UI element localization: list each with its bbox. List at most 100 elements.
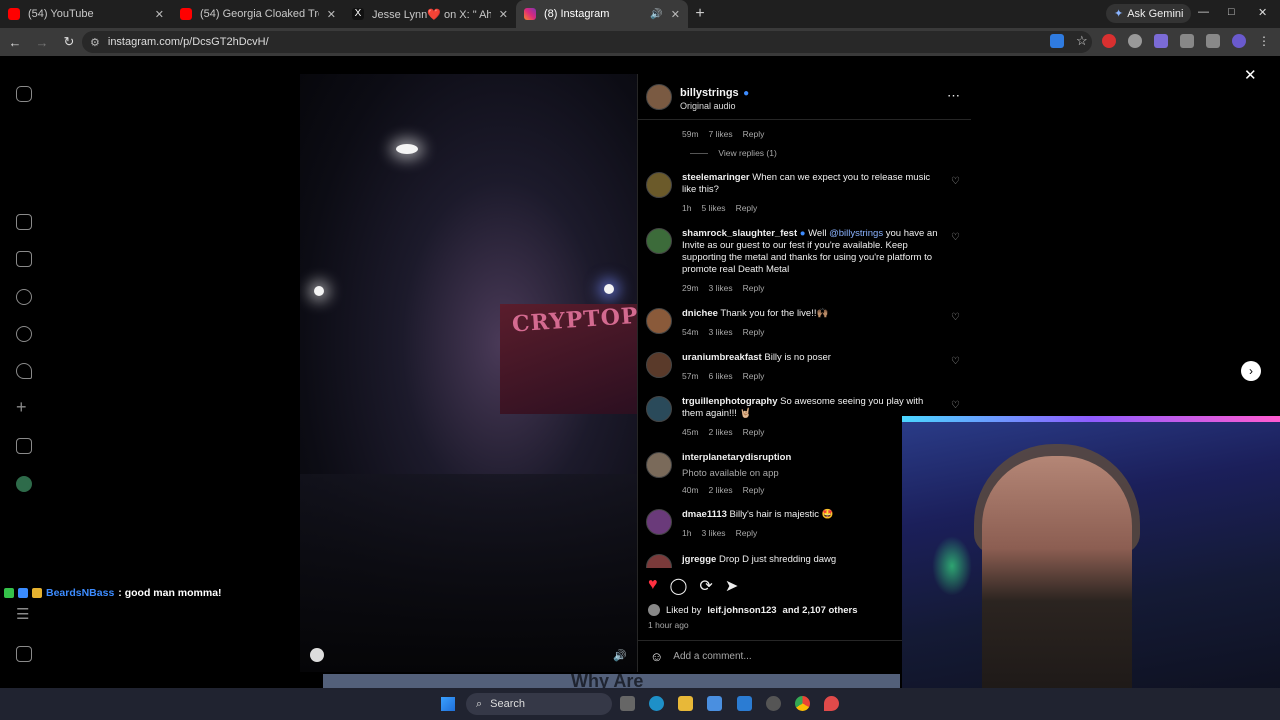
- maximize-button[interactable]: □: [1228, 6, 1235, 18]
- like-comment-heart-icon[interactable]: ♡: [951, 312, 960, 323]
- notifications-heart-icon[interactable]: [16, 363, 32, 379]
- site-info-icon[interactable]: ⚙: [90, 36, 100, 49]
- like-heart-icon[interactable]: ♥: [648, 576, 658, 596]
- like-comment-heart-icon[interactable]: ♡: [951, 400, 960, 411]
- new-tab-button[interactable]: +: [688, 5, 712, 23]
- like-comment-heart-icon[interactable]: ♡: [951, 232, 960, 243]
- file-explorer-icon[interactable]: [678, 696, 693, 711]
- tab-youtube-georgia[interactable]: (54) Georgia Cloaked Tree Shal ✕: [172, 0, 344, 28]
- emoji-icon[interactable]: ☺: [650, 649, 663, 664]
- extension-icon[interactable]: [1154, 34, 1168, 48]
- next-post-chevron-icon[interactable]: ›: [1241, 361, 1261, 381]
- author-avatar[interactable]: [646, 83, 672, 110]
- commenter-avatar[interactable]: [646, 308, 672, 334]
- commenter-username[interactable]: jgregge: [682, 554, 716, 565]
- audio-speaker-icon[interactable]: 🔊: [613, 649, 627, 662]
- chrome-icon[interactable]: [795, 696, 810, 711]
- reload-icon[interactable]: ↻: [57, 34, 81, 50]
- tagged-user-icon[interactable]: [310, 648, 324, 662]
- reply-button[interactable]: Reply: [743, 326, 765, 338]
- reply-button[interactable]: Reply: [743, 484, 765, 496]
- commenter-username[interactable]: uraniumbreakfast: [682, 352, 762, 363]
- edge-icon[interactable]: [649, 696, 664, 711]
- close-window-button[interactable]: ✕: [1258, 6, 1267, 19]
- menu-kebab-icon[interactable]: ⋮: [1258, 34, 1272, 48]
- close-tab-icon[interactable]: ✕: [671, 8, 680, 21]
- author-username[interactable]: billystrings: [680, 87, 739, 99]
- more-menu-icon[interactable]: ☰: [16, 607, 32, 624]
- extension-record-icon[interactable]: [1102, 34, 1116, 48]
- maps-pin-icon[interactable]: [824, 696, 839, 711]
- commenter-username[interactable]: steelemaringer: [682, 172, 750, 183]
- reply-button[interactable]: Reply: [743, 426, 765, 438]
- liked-by-user[interactable]: leif.johnson123: [707, 605, 776, 616]
- commenter-avatar[interactable]: [646, 352, 672, 378]
- commenter-username[interactable]: interplanetarydisruption: [682, 452, 791, 463]
- forward-arrow-icon[interactable]: →: [30, 35, 54, 50]
- comment-likes[interactable]: 7 likes: [709, 128, 733, 140]
- commenter-avatar[interactable]: [646, 228, 672, 254]
- create-plus-icon[interactable]: +: [16, 398, 32, 416]
- commenter-username[interactable]: dmae1113: [682, 509, 727, 520]
- store-icon[interactable]: [707, 696, 722, 711]
- audio-label[interactable]: Original audio: [680, 101, 749, 111]
- tab-instagram[interactable]: (8) Instagram 🔊 ✕: [516, 0, 688, 28]
- comment-likes[interactable]: 3 likes: [709, 282, 733, 294]
- more-options-icon[interactable]: ⋯: [947, 88, 961, 104]
- mail-icon[interactable]: [737, 696, 752, 711]
- add-comment-input[interactable]: Add a comment...: [673, 651, 751, 662]
- close-tab-icon[interactable]: ✕: [327, 8, 336, 21]
- reply-button[interactable]: Reply: [736, 202, 758, 214]
- share-send-icon[interactable]: ➤: [725, 576, 738, 596]
- bookmark-star-icon[interactable]: ☆: [1076, 34, 1090, 48]
- close-tab-icon[interactable]: ✕: [155, 8, 164, 21]
- commenter-avatar[interactable]: [646, 172, 672, 198]
- like-comment-heart-icon[interactable]: ♡: [951, 176, 960, 187]
- commenter-avatar[interactable]: [646, 554, 672, 568]
- tab-youtube[interactable]: (54) YouTube ✕: [0, 0, 172, 28]
- puzzle-extensions-icon[interactable]: [1180, 34, 1194, 48]
- close-post-icon[interactable]: ✕: [1244, 66, 1257, 84]
- comment-likes[interactable]: 5 likes: [701, 202, 725, 214]
- comment-likes[interactable]: 6 likes: [709, 370, 733, 382]
- dashboard-icon[interactable]: [16, 438, 32, 454]
- like-comment-heart-icon[interactable]: ♡: [951, 356, 960, 367]
- install-app-icon[interactable]: [1050, 34, 1064, 48]
- messages-icon[interactable]: [16, 289, 32, 305]
- reels-icon[interactable]: [16, 251, 32, 267]
- post-media[interactable]: CRYPTOPSY 🔊: [300, 74, 637, 672]
- media-controls-icon[interactable]: [1206, 34, 1220, 48]
- view-replies-button[interactable]: View replies (1): [718, 148, 776, 158]
- comment-likes[interactable]: 2 likes: [709, 426, 733, 438]
- minimize-button[interactable]: —: [1198, 6, 1209, 18]
- comment-mention-link[interactable]: @billystrings: [829, 228, 883, 239]
- reply-button[interactable]: Reply: [736, 527, 758, 539]
- back-arrow-icon[interactable]: ←: [3, 35, 27, 50]
- reply-button[interactable]: Reply: [743, 370, 765, 382]
- address-bar[interactable]: ⚙ instagram.com/p/DcsGT2hDcvH/: [82, 31, 1092, 53]
- comment-likes[interactable]: 3 likes: [709, 326, 733, 338]
- commenter-avatar[interactable]: [646, 509, 672, 535]
- home-icon[interactable]: [16, 214, 32, 230]
- close-tab-icon[interactable]: ✕: [499, 8, 508, 21]
- commenter-username[interactable]: trguillenphotography: [682, 396, 778, 407]
- reply-button[interactable]: Reply: [743, 128, 765, 140]
- commenter-avatar[interactable]: [646, 452, 672, 478]
- taskbar-search[interactable]: ⌕ Search: [466, 693, 612, 715]
- tab-x[interactable]: X Jesse Lynn❤️ on X: " Ahhh. I ✕: [344, 0, 516, 28]
- profile-avatar-icon[interactable]: [16, 476, 32, 492]
- ask-gemini-button[interactable]: ✦ Ask Gemini: [1106, 4, 1192, 23]
- also-from-meta-icon[interactable]: [16, 646, 32, 662]
- windows-start-icon[interactable]: [441, 697, 455, 711]
- search-icon[interactable]: [16, 326, 32, 342]
- comment-likes[interactable]: 2 likes: [709, 484, 733, 496]
- comment-likes[interactable]: 3 likes: [701, 527, 725, 539]
- extension-icon[interactable]: [1128, 34, 1142, 48]
- instagram-logo-icon[interactable]: [16, 86, 32, 102]
- profile-avatar-icon[interactable]: [1232, 34, 1246, 48]
- commenter-avatar[interactable]: [646, 396, 672, 422]
- app-icon[interactable]: [766, 696, 781, 711]
- commenter-username[interactable]: dnichee: [682, 308, 718, 319]
- liked-by-count[interactable]: and 2,107 others: [783, 605, 858, 616]
- reply-button[interactable]: Reply: [743, 282, 765, 294]
